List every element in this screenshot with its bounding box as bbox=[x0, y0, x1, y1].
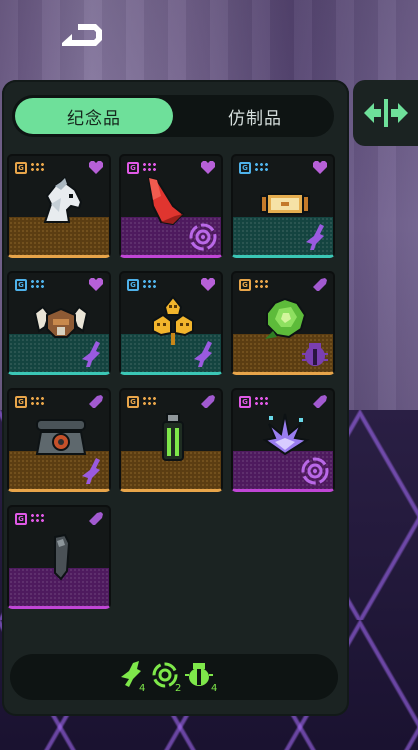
tag-icon bbox=[89, 395, 103, 408]
item-card[interactable]: G bbox=[119, 388, 223, 492]
grade-badge-icon: G bbox=[127, 162, 139, 174]
heart-icon bbox=[201, 161, 215, 174]
grade-badge-icon: G bbox=[15, 513, 27, 525]
set-counts: 4 2 4 bbox=[121, 661, 217, 694]
glow-vial-icon bbox=[162, 413, 184, 461]
stars-icon bbox=[30, 396, 44, 406]
grade-badge-icon: G bbox=[127, 279, 139, 291]
feather-set-icon bbox=[194, 341, 212, 367]
stars-icon bbox=[254, 396, 268, 406]
item-card[interactable]: G bbox=[119, 154, 223, 258]
tag-icon bbox=[313, 278, 327, 291]
heart-icon bbox=[89, 278, 103, 291]
feather-set-icon bbox=[306, 224, 324, 250]
tab-souvenirs[interactable]: 纪念品 bbox=[15, 98, 173, 134]
feather-set-icon bbox=[82, 341, 100, 367]
item-card[interactable]: G bbox=[119, 271, 223, 375]
set-count-bar: 4 2 4 bbox=[10, 654, 338, 700]
spiral-count: 2 bbox=[175, 683, 181, 694]
feather-set-icon bbox=[82, 458, 100, 484]
tag-icon bbox=[89, 512, 103, 525]
item-grid: G G G G G G G G G G bbox=[7, 154, 335, 609]
back-button[interactable] bbox=[56, 22, 106, 54]
tab-replicas[interactable]: 仿制品 bbox=[176, 95, 334, 137]
item-card[interactable]: G bbox=[7, 154, 111, 258]
stars-icon bbox=[254, 279, 268, 289]
stars-icon bbox=[254, 162, 268, 172]
beetle-set-icon bbox=[185, 663, 213, 686]
tab-bar: 纪念品 仿制品 bbox=[12, 95, 334, 137]
beetle-set-icon bbox=[302, 343, 328, 366]
item-card[interactable]: G bbox=[7, 388, 111, 492]
tag-icon bbox=[201, 395, 215, 408]
grade-badge-icon: G bbox=[15, 396, 27, 408]
item-card[interactable]: G bbox=[7, 271, 111, 375]
item-card[interactable]: G bbox=[7, 505, 111, 609]
stars-icon bbox=[142, 279, 156, 289]
grade-badge-icon: G bbox=[239, 162, 251, 174]
heart-icon bbox=[201, 278, 215, 291]
stars-icon bbox=[30, 162, 44, 172]
stars-icon bbox=[142, 396, 156, 406]
spiral-set-icon bbox=[301, 457, 329, 485]
spiral-set-icon bbox=[152, 662, 178, 688]
stars-icon bbox=[30, 513, 44, 523]
grade-badge-icon: G bbox=[15, 279, 27, 291]
grade-badge-icon: G bbox=[239, 279, 251, 291]
feather-set-icon bbox=[121, 661, 141, 687]
item-card[interactable]: G bbox=[231, 154, 335, 258]
grade-badge-icon: G bbox=[239, 396, 251, 408]
dark-stone-icon bbox=[54, 533, 71, 581]
stars-icon bbox=[142, 162, 156, 172]
heart-icon bbox=[313, 161, 327, 174]
spiral-set-icon bbox=[189, 223, 217, 251]
swap-arrows-icon bbox=[363, 99, 408, 127]
tag-icon bbox=[313, 395, 327, 408]
stars-icon bbox=[30, 279, 44, 289]
item-card[interactable]: G bbox=[231, 388, 335, 492]
beetle-count: 4 bbox=[211, 683, 217, 694]
heart-icon bbox=[89, 161, 103, 174]
horse-head-icon bbox=[43, 176, 83, 223]
back-arrow-icon bbox=[62, 24, 102, 46]
feather-count: 4 bbox=[139, 683, 145, 694]
item-card[interactable]: G bbox=[231, 271, 335, 375]
swap-button[interactable] bbox=[353, 80, 418, 146]
grade-badge-icon: G bbox=[127, 396, 139, 408]
grade-badge-icon: G bbox=[15, 162, 27, 174]
